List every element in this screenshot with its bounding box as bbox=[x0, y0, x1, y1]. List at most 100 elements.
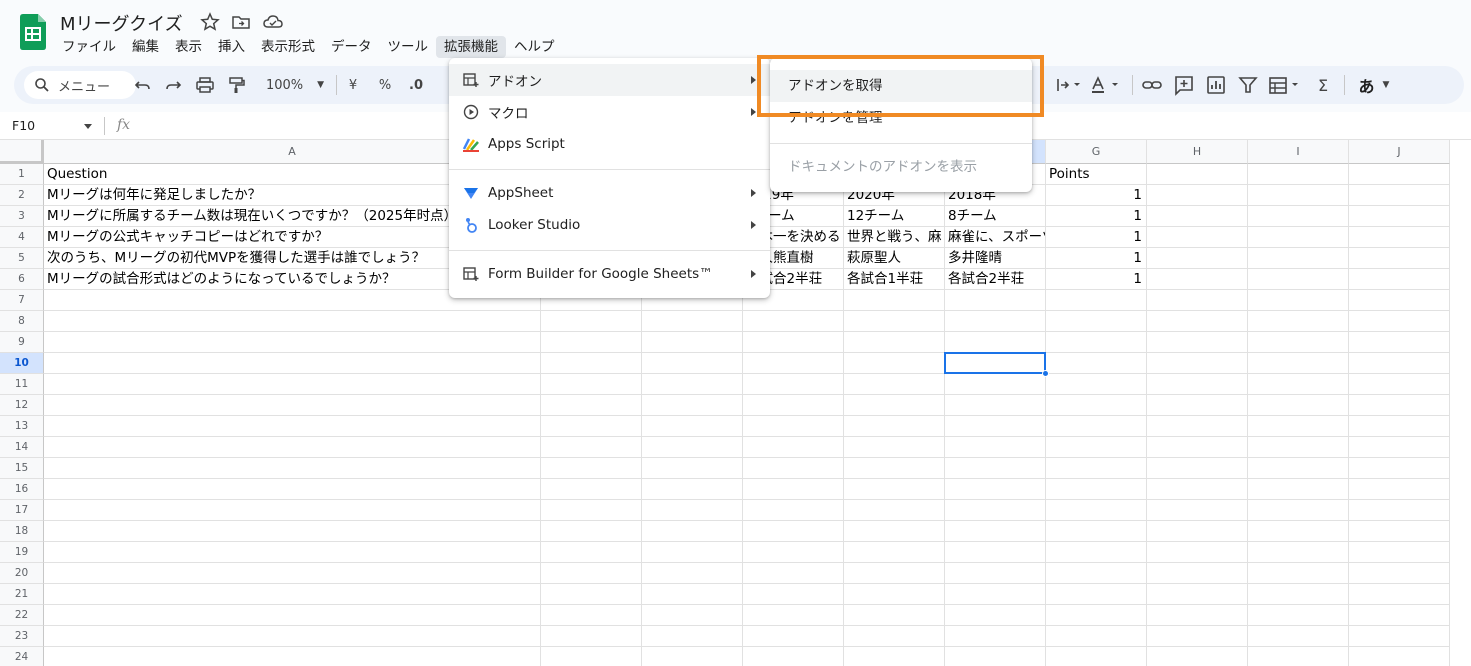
cell-h16[interactable] bbox=[1147, 479, 1248, 500]
cell-j4[interactable] bbox=[1349, 227, 1450, 248]
cell-b21[interactable] bbox=[541, 584, 642, 605]
cell-f20[interactable] bbox=[945, 563, 1046, 584]
cell-d18[interactable] bbox=[743, 521, 844, 542]
percent-format-button[interactable]: % bbox=[376, 74, 394, 96]
select-all-corner[interactable] bbox=[0, 140, 44, 164]
cell-g7[interactable] bbox=[1046, 290, 1147, 311]
cell-f23[interactable] bbox=[945, 626, 1046, 647]
menu-item-get-addons[interactable]: アドオンを取得 bbox=[770, 70, 1032, 102]
cell-d19[interactable] bbox=[743, 542, 844, 563]
print-icon[interactable] bbox=[194, 74, 216, 96]
cell-c18[interactable] bbox=[642, 521, 743, 542]
cell-e9[interactable] bbox=[844, 332, 945, 353]
cell-a11[interactable] bbox=[44, 374, 541, 395]
cell-i8[interactable] bbox=[1248, 311, 1349, 332]
cell-c12[interactable] bbox=[642, 395, 743, 416]
cell-a17[interactable] bbox=[44, 500, 541, 521]
cell-c22[interactable] bbox=[642, 605, 743, 626]
cell-j15[interactable] bbox=[1349, 458, 1450, 479]
cell-b24[interactable] bbox=[541, 647, 642, 666]
cell-a10[interactable] bbox=[44, 353, 541, 374]
cell-j20[interactable] bbox=[1349, 563, 1450, 584]
cell-j19[interactable] bbox=[1349, 542, 1450, 563]
cell-h24[interactable] bbox=[1147, 647, 1248, 666]
menu-search-box[interactable]: メニュー bbox=[24, 71, 136, 99]
cell-h8[interactable] bbox=[1147, 311, 1248, 332]
cell-i14[interactable] bbox=[1248, 437, 1349, 458]
cloud-saved-icon[interactable] bbox=[263, 12, 283, 32]
cell-g15[interactable] bbox=[1046, 458, 1147, 479]
cell-j1[interactable] bbox=[1349, 164, 1450, 185]
cell-d21[interactable] bbox=[743, 584, 844, 605]
cell-f9[interactable] bbox=[945, 332, 1046, 353]
cell-c20[interactable] bbox=[642, 563, 743, 584]
cell-f17[interactable] bbox=[945, 500, 1046, 521]
redo-icon[interactable] bbox=[162, 74, 184, 96]
row-header-15[interactable]: 15 bbox=[0, 458, 44, 479]
cell-i4[interactable] bbox=[1248, 227, 1349, 248]
cell-g4[interactable]: 1 bbox=[1046, 227, 1147, 248]
cell-i7[interactable] bbox=[1248, 290, 1349, 311]
cell-e13[interactable] bbox=[844, 416, 945, 437]
cell-e22[interactable] bbox=[844, 605, 945, 626]
cell-e11[interactable] bbox=[844, 374, 945, 395]
cell-f21[interactable] bbox=[945, 584, 1046, 605]
cell-i15[interactable] bbox=[1248, 458, 1349, 479]
cell-g24[interactable] bbox=[1046, 647, 1147, 666]
filter-icon[interactable] bbox=[1236, 74, 1260, 96]
column-header-j[interactable]: J bbox=[1349, 140, 1450, 164]
cell-f15[interactable] bbox=[945, 458, 1046, 479]
menu-item-addons[interactable]: アドオン bbox=[449, 64, 770, 96]
cell-a19[interactable] bbox=[44, 542, 541, 563]
menu-item-apps-script[interactable]: Apps Script bbox=[449, 128, 770, 160]
cell-g17[interactable] bbox=[1046, 500, 1147, 521]
row-header-19[interactable]: 19 bbox=[0, 542, 44, 563]
cell-h9[interactable] bbox=[1147, 332, 1248, 353]
cell-c21[interactable] bbox=[642, 584, 743, 605]
cell-c23[interactable] bbox=[642, 626, 743, 647]
cell-c19[interactable] bbox=[642, 542, 743, 563]
cell-h14[interactable] bbox=[1147, 437, 1248, 458]
row-header-8[interactable]: 8 bbox=[0, 311, 44, 332]
cell-h18[interactable] bbox=[1147, 521, 1248, 542]
cell-f11[interactable] bbox=[945, 374, 1046, 395]
cell-j10[interactable] bbox=[1349, 353, 1450, 374]
cell-j3[interactable] bbox=[1349, 206, 1450, 227]
cell-b12[interactable] bbox=[541, 395, 642, 416]
cell-a14[interactable] bbox=[44, 437, 541, 458]
cell-i18[interactable] bbox=[1248, 521, 1349, 542]
cell-h23[interactable] bbox=[1147, 626, 1248, 647]
menu-item-macros[interactable]: マクロ bbox=[449, 96, 770, 128]
cell-h5[interactable] bbox=[1147, 248, 1248, 269]
cell-d15[interactable] bbox=[743, 458, 844, 479]
cell-g23[interactable] bbox=[1046, 626, 1147, 647]
cell-i12[interactable] bbox=[1248, 395, 1349, 416]
cell-j2[interactable] bbox=[1349, 185, 1450, 206]
text-color-icon[interactable] bbox=[1088, 74, 1124, 96]
cell-j24[interactable] bbox=[1349, 647, 1450, 666]
menu-insert[interactable]: 挿入 bbox=[210, 36, 253, 58]
cell-g10[interactable] bbox=[1046, 353, 1147, 374]
row-header-4[interactable]: 4 bbox=[0, 227, 44, 248]
cell-b16[interactable] bbox=[541, 479, 642, 500]
row-header-5[interactable]: 5 bbox=[0, 248, 44, 269]
cell-i11[interactable] bbox=[1248, 374, 1349, 395]
insert-comment-icon[interactable] bbox=[1172, 74, 1196, 96]
cell-i2[interactable] bbox=[1248, 185, 1349, 206]
name-box[interactable]: F10 bbox=[12, 118, 35, 133]
chevron-down-icon[interactable] bbox=[84, 124, 92, 129]
cell-f4[interactable]: 麻雀に、スポーツ bbox=[945, 227, 1046, 248]
cell-j17[interactable] bbox=[1349, 500, 1450, 521]
cell-j5[interactable] bbox=[1349, 248, 1450, 269]
menu-view[interactable]: 表示 bbox=[167, 36, 210, 58]
cell-j12[interactable] bbox=[1349, 395, 1450, 416]
cell-e3[interactable]: 12チーム bbox=[844, 206, 945, 227]
menu-extensions[interactable]: 拡張機能 bbox=[436, 36, 506, 58]
cell-e7[interactable] bbox=[844, 290, 945, 311]
cell-i21[interactable] bbox=[1248, 584, 1349, 605]
cell-a8[interactable] bbox=[44, 311, 541, 332]
cell-e18[interactable] bbox=[844, 521, 945, 542]
column-header-h[interactable]: H bbox=[1147, 140, 1248, 164]
cell-b13[interactable] bbox=[541, 416, 642, 437]
cell-b22[interactable] bbox=[541, 605, 642, 626]
